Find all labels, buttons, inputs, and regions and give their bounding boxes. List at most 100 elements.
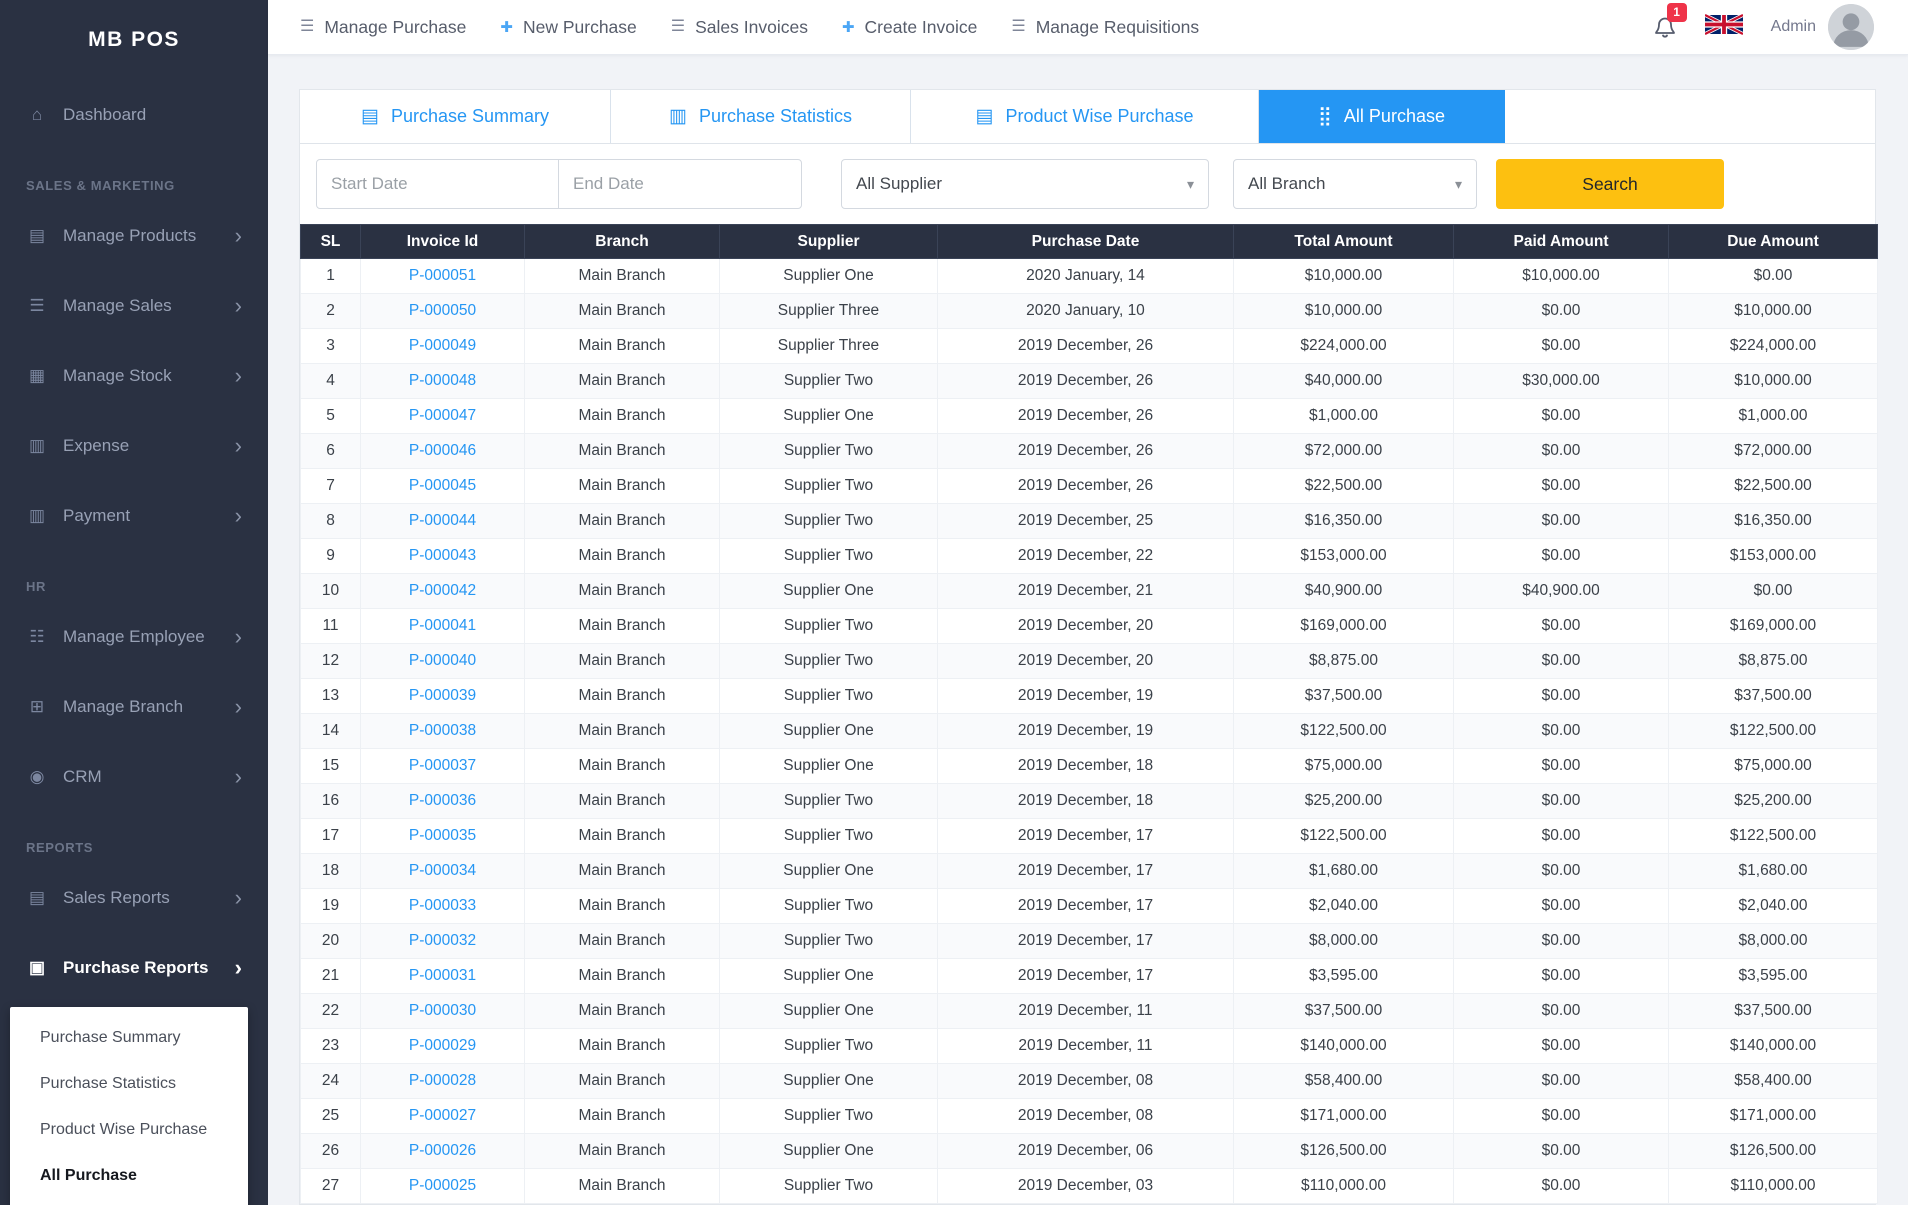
tab-purchase-summary[interactable]: ▤ Purchase Summary [300,90,611,143]
table-row: 11 P-000041 Main Branch Supplier Two 2019 De… [300,608,1878,644]
invoice-link[interactable]: P-000049 [409,337,476,354]
cell-sl: 22 [300,993,361,1029]
invoice-link[interactable]: P-000048 [409,372,476,389]
submenu-item-purchase-statistics[interactable]: Purchase Statistics [10,1061,248,1107]
branch-icon: ⊞ [29,697,45,716]
invoice-link[interactable]: P-000039 [409,687,476,704]
tab-label: Purchase Summary [390,106,549,126]
sidebar-item-manage-employee[interactable]: ☷ Manage Employee › [0,602,268,672]
invoice-link[interactable]: P-000025 [409,1177,476,1194]
sidebar-item-payment[interactable]: ▥ Payment › [0,481,268,551]
content-area: ▤ Purchase Summary ▥ Purchase Statistics… [268,55,1908,1205]
search-button[interactable]: Search [1496,159,1724,209]
table-row: 3 P-000049 Main Branch Supplier Three 2019 D… [300,328,1878,364]
cell-purchase-date: 2019 December, 26 [937,398,1234,434]
sidebar-item-dashboard[interactable]: ⌂ Dashboard [0,80,268,150]
nav-item-new-purchase[interactable]: ✚ New Purchase [500,17,636,38]
invoice-link[interactable]: P-000036 [409,792,476,809]
invoice-link[interactable]: P-000035 [409,827,476,844]
start-date-input[interactable] [316,159,559,209]
invoice-link[interactable]: P-000038 [409,722,476,739]
table-row: 16 P-000036 Main Branch Supplier Two 2019 De… [300,783,1878,819]
table-row: 19 P-000033 Main Branch Supplier Two 2019 De… [300,888,1878,924]
language-selector[interactable] [1703,12,1744,42]
tab-all-purchase[interactable]: ⣿ All Purchase [1259,90,1505,143]
cell-paid-amount: $0.00 [1453,958,1669,994]
sidebar-item-expense[interactable]: ▥ Expense › [0,411,268,481]
sidebar-item-label: Manage Branch [63,697,184,716]
cell-branch: Main Branch [524,398,720,434]
user-menu[interactable]: Admin [1771,4,1874,50]
sidebar-item-manage-products[interactable]: ▤ Manage Products › [0,201,268,271]
cell-branch: Main Branch [524,1133,720,1169]
invoice-link[interactable]: P-000026 [409,1142,476,1159]
cell-branch: Main Branch [524,363,720,399]
cell-sl: 6 [300,433,361,469]
invoice-link[interactable]: P-000043 [409,547,476,564]
chevron-right-icon: › [234,955,242,980]
cell-invoice-id: P-000048 [360,363,525,399]
supplier-select[interactable]: All Supplier ▾ [841,159,1209,209]
cell-supplier: Supplier Two [719,783,938,819]
invoice-link[interactable]: P-000032 [409,932,476,949]
nav-item-sales-invoices[interactable]: ☰ Sales Invoices [671,17,808,38]
table-row: 4 P-000048 Main Branch Supplier Two 2019 Dec… [300,363,1878,399]
sidebar-item-manage-branch[interactable]: ⊞ Manage Branch › [0,672,268,742]
tab-product-wise-purchase[interactable]: ▤ Product Wise Purchase [911,90,1259,143]
cell-paid-amount: $0.00 [1453,818,1669,854]
nav-item-create-invoice[interactable]: ✚ Create Invoice [842,17,977,38]
invoice-link[interactable]: P-000037 [409,757,476,774]
sidebar-item-manage-stock[interactable]: ▦ Manage Stock › [0,341,268,411]
sidebar-item-manage-sales[interactable]: ☰ Manage Sales › [0,271,268,341]
cell-paid-amount: $0.00 [1453,1168,1669,1204]
submenu-item-product-wise-purchase[interactable]: Product Wise Purchase [10,1107,248,1153]
cell-paid-amount: $0.00 [1453,923,1669,959]
nav-item-manage-purchase[interactable]: ☰ Manage Purchase [300,17,466,38]
invoice-link[interactable]: P-000034 [409,862,476,879]
cell-purchase-date: 2019 December, 17 [937,923,1234,959]
invoice-link[interactable]: P-000041 [409,617,476,634]
tab-purchase-statistics[interactable]: ▥ Purchase Statistics [611,90,911,143]
chevron-right-icon: › [234,694,242,719]
invoice-link[interactable]: P-000033 [409,897,476,914]
cell-branch: Main Branch [524,678,720,714]
nav-item-manage-requisitions[interactable]: ☰ Manage Requisitions [1011,17,1199,38]
cell-due-amount: $58,400.00 [1668,1063,1878,1099]
cell-paid-amount: $0.00 [1453,328,1669,364]
cell-supplier: Supplier One [719,713,938,749]
submenu-item-purchase-summary[interactable]: Purchase Summary [10,1015,248,1061]
invoice-link[interactable]: P-000047 [409,407,476,424]
notifications-button[interactable]: 1 [1653,2,1687,45]
cell-purchase-date: 2019 December, 11 [937,993,1234,1029]
plus-icon: ✚ [841,18,855,36]
invoice-link[interactable]: P-000031 [409,967,476,984]
cell-branch: Main Branch [524,608,720,644]
invoice-link[interactable]: P-000051 [409,267,476,284]
invoice-link[interactable]: P-000029 [409,1037,476,1054]
end-date-input[interactable] [558,159,802,209]
invoice-link[interactable]: P-000050 [409,302,476,319]
cell-total-amount: $3,595.00 [1233,958,1454,994]
sidebar-item-purchase-reports[interactable]: ▣ Purchase Reports › [0,933,268,1003]
chevron-right-icon: › [234,293,242,318]
invoice-link[interactable]: P-000040 [409,652,476,669]
submenu-item-all-purchase[interactable]: All Purchase [10,1153,248,1199]
col-header-invoice-id: Invoice Id [360,224,525,259]
cell-paid-amount: $30,000.00 [1453,363,1669,399]
invoice-link[interactable]: P-000042 [409,582,476,599]
table-row: 20 P-000032 Main Branch Supplier Two 2019 De… [300,923,1878,959]
invoice-link[interactable]: P-000046 [409,442,476,459]
invoice-link[interactable]: P-000045 [409,477,476,494]
nav-item-label: Manage Purchase [324,16,467,37]
payment-icon: ▥ [28,506,46,525]
col-header-paid-amount: Paid Amount [1453,224,1669,259]
cell-purchase-date: 2019 December, 17 [937,958,1234,994]
invoice-link[interactable]: P-000027 [409,1107,476,1124]
cell-due-amount: $110,000.00 [1668,1168,1878,1204]
invoice-link[interactable]: P-000030 [409,1002,476,1019]
sidebar-item-crm[interactable]: ◉ CRM › [0,742,268,812]
invoice-link[interactable]: P-000028 [409,1072,476,1089]
branch-select[interactable]: All Branch ▾ [1233,159,1477,209]
invoice-link[interactable]: P-000044 [409,512,476,529]
sidebar-item-sales-reports[interactable]: ▤ Sales Reports › [0,863,268,933]
